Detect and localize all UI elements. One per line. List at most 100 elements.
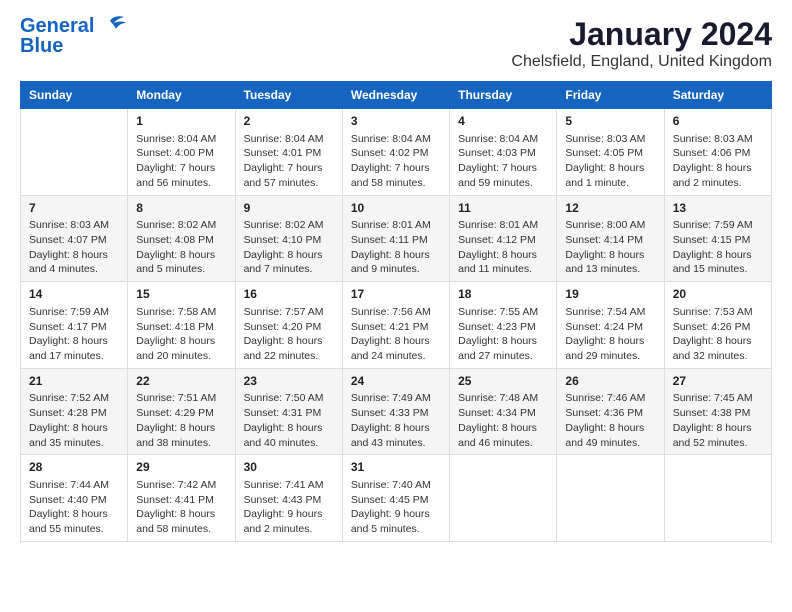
cell-line: Sunset: 4:05 PM (565, 146, 655, 161)
day-number: 24 (351, 373, 441, 390)
calendar-cell: 25Sunrise: 7:48 AMSunset: 4:34 PMDayligh… (450, 368, 557, 455)
cell-content: Sunrise: 8:03 AMSunset: 4:07 PMDaylight:… (29, 218, 119, 277)
cell-content: Sunrise: 7:56 AMSunset: 4:21 PMDaylight:… (351, 305, 441, 364)
cell-line: Sunrise: 7:41 AM (244, 478, 334, 493)
cell-line: Sunset: 4:40 PM (29, 493, 119, 508)
cell-line: Daylight: 8 hours (29, 507, 119, 522)
calendar-cell: 3 Sunrise: 8:04 AMSunset: 4:02 PMDaylight… (342, 109, 449, 196)
cell-line: Sunrise: 7:45 AM (673, 391, 763, 406)
cell-content: Sunrise: 7:59 AMSunset: 4:17 PMDaylight:… (29, 305, 119, 364)
logo: General Blue (20, 16, 126, 56)
calendar-cell (21, 109, 128, 196)
cell-line: Sunrise: 8:04 AM (244, 132, 334, 147)
cell-content: Sunrise: 7:40 AMSunset: 4:45 PMDaylight:… (351, 478, 441, 537)
cell-line: and 9 minutes. (351, 262, 441, 277)
cell-line: Daylight: 8 hours (351, 421, 441, 436)
cell-content: Sunrise: 8:04 AMSunset: 4:00 PMDaylight:… (136, 132, 226, 191)
calendar-row: 1Sunrise: 8:04 AMSunset: 4:00 PMDaylight… (21, 109, 772, 196)
cell-content: Sunrise: 7:55 AMSunset: 4:23 PMDaylight:… (458, 305, 548, 364)
cell-line: Sunset: 4:17 PM (29, 320, 119, 335)
cell-line: Sunset: 4:03 PM (458, 146, 548, 161)
cell-line: Sunrise: 7:59 AM (29, 305, 119, 320)
cell-line: and 29 minutes. (565, 349, 655, 364)
cell-line: Daylight: 8 hours (244, 421, 334, 436)
calendar-row: 14Sunrise: 7:59 AMSunset: 4:17 PMDayligh… (21, 282, 772, 369)
day-number: 27 (673, 373, 763, 390)
calendar-cell: 22Sunrise: 7:51 AMSunset: 4:29 PMDayligh… (128, 368, 235, 455)
cell-line: Sunset: 4:20 PM (244, 320, 334, 335)
cell-line: Sunset: 4:02 PM (351, 146, 441, 161)
cell-line: and 32 minutes. (673, 349, 763, 364)
cell-content: Sunrise: 7:42 AMSunset: 4:41 PMDaylight:… (136, 478, 226, 537)
cell-line: Sunset: 4:14 PM (565, 233, 655, 248)
cell-line: Daylight: 8 hours (136, 507, 226, 522)
calendar-cell: 31Sunrise: 7:40 AMSunset: 4:45 PMDayligh… (342, 455, 449, 542)
cell-content: Sunrise: 7:48 AMSunset: 4:34 PMDaylight:… (458, 391, 548, 450)
cell-line: and 11 minutes. (458, 262, 548, 277)
cell-line: Sunrise: 7:53 AM (673, 305, 763, 320)
cell-line: Daylight: 9 hours (351, 507, 441, 522)
cell-line: and 5 minutes. (136, 262, 226, 277)
cell-line: Sunset: 4:07 PM (29, 233, 119, 248)
calendar-cell: 29Sunrise: 7:42 AMSunset: 4:41 PMDayligh… (128, 455, 235, 542)
day-number: 19 (565, 286, 655, 303)
day-number: 7 (29, 200, 119, 217)
cell-line: Sunset: 4:26 PM (673, 320, 763, 335)
day-number: 5 (565, 113, 655, 130)
cell-line: Sunset: 4:31 PM (244, 406, 334, 421)
cell-line: Daylight: 8 hours (29, 421, 119, 436)
cell-line: Daylight: 8 hours (673, 421, 763, 436)
cell-content: Sunrise: 7:59 AMSunset: 4:15 PMDaylight:… (673, 218, 763, 277)
cell-content: Sunrise: 7:46 AMSunset: 4:36 PMDaylight:… (565, 391, 655, 450)
calendar-cell: 13Sunrise: 7:59 AMSunset: 4:15 PMDayligh… (664, 195, 771, 282)
cell-line: and 58 minutes. (136, 522, 226, 537)
cell-line: Daylight: 8 hours (565, 334, 655, 349)
cell-line: Sunrise: 7:48 AM (458, 391, 548, 406)
cell-line: Sunset: 4:24 PM (565, 320, 655, 335)
day-number: 6 (673, 113, 763, 130)
cell-line: Daylight: 8 hours (351, 248, 441, 263)
calendar-cell: 2Sunrise: 8:04 AMSunset: 4:01 PMDaylight… (235, 109, 342, 196)
day-number: 20 (673, 286, 763, 303)
cell-line: Daylight: 8 hours (565, 248, 655, 263)
calendar-cell: 7Sunrise: 8:03 AMSunset: 4:07 PMDaylight… (21, 195, 128, 282)
cell-line: Sunset: 4:43 PM (244, 493, 334, 508)
cell-line: Daylight: 8 hours (29, 248, 119, 263)
cell-content: Sunrise: 7:50 AMSunset: 4:31 PMDaylight:… (244, 391, 334, 450)
title-block: January 2024 Chelsfield, England, United… (511, 16, 772, 71)
cell-content: Sunrise: 8:04 AMSunset: 4:02 PMDaylight:… (351, 132, 441, 191)
cell-line: Sunset: 4:12 PM (458, 233, 548, 248)
cell-line: and 20 minutes. (136, 349, 226, 364)
calendar-row: 7Sunrise: 8:03 AMSunset: 4:07 PMDaylight… (21, 195, 772, 282)
day-number: 17 (351, 286, 441, 303)
calendar-cell: 20Sunrise: 7:53 AMSunset: 4:26 PMDayligh… (664, 282, 771, 369)
cell-line: and 57 minutes. (244, 176, 334, 191)
calendar-cell: 14Sunrise: 7:59 AMSunset: 4:17 PMDayligh… (21, 282, 128, 369)
calendar-cell: 30Sunrise: 7:41 AMSunset: 4:43 PMDayligh… (235, 455, 342, 542)
cell-line: Sunset: 4:08 PM (136, 233, 226, 248)
cell-line: Sunrise: 7:58 AM (136, 305, 226, 320)
cell-line: and 27 minutes. (458, 349, 548, 364)
cell-content: Sunrise: 8:01 AMSunset: 4:12 PMDaylight:… (458, 218, 548, 277)
cell-line: Daylight: 7 hours (136, 161, 226, 176)
day-number: 15 (136, 286, 226, 303)
day-number: 1 (136, 113, 226, 130)
day-number: 3 (351, 113, 441, 130)
cell-line: Sunset: 4:18 PM (136, 320, 226, 335)
cell-line: Sunrise: 7:46 AM (565, 391, 655, 406)
cell-line: Sunrise: 7:55 AM (458, 305, 548, 320)
cell-content: Sunrise: 8:02 AMSunset: 4:08 PMDaylight:… (136, 218, 226, 277)
cell-line: Sunrise: 7:51 AM (136, 391, 226, 406)
cell-line: Sunrise: 7:49 AM (351, 391, 441, 406)
calendar-cell: 10Sunrise: 8:01 AMSunset: 4:11 PMDayligh… (342, 195, 449, 282)
day-number: 21 (29, 373, 119, 390)
cell-content: Sunrise: 8:04 AMSunset: 4:03 PMDaylight:… (458, 132, 548, 191)
day-number: 9 (244, 200, 334, 217)
calendar-cell: 17 Sunrise: 7:56 AMSunset: 4:21 PMDayligh… (342, 282, 449, 369)
cell-line: Sunset: 4:41 PM (136, 493, 226, 508)
cell-line: Sunset: 4:00 PM (136, 146, 226, 161)
cell-line: Sunset: 4:33 PM (351, 406, 441, 421)
cell-line: and 43 minutes. (351, 436, 441, 451)
cell-content: Sunrise: 7:54 AMSunset: 4:24 PMDaylight:… (565, 305, 655, 364)
cell-line: Daylight: 8 hours (458, 421, 548, 436)
